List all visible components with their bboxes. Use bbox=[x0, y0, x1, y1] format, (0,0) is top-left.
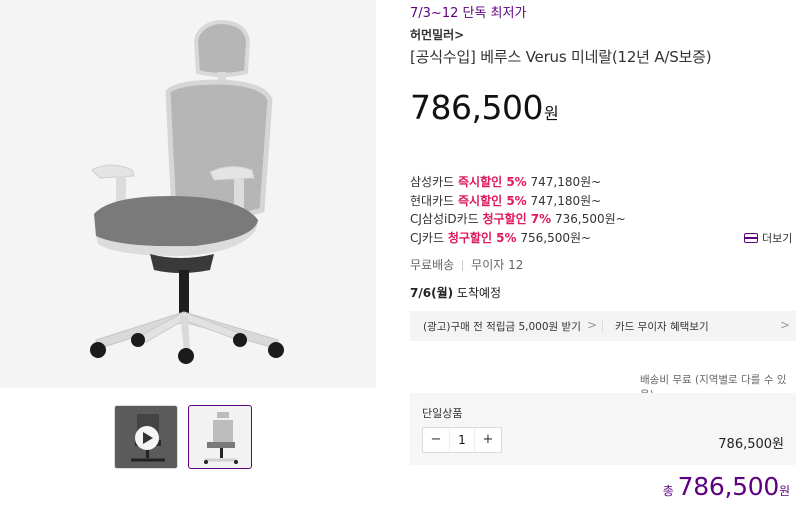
card-name: 현대카드 bbox=[410, 194, 458, 208]
option-price: 786,500원 bbox=[718, 437, 784, 452]
price-value: 786,500 bbox=[410, 88, 543, 127]
card-icon bbox=[744, 233, 758, 243]
product-title: [공식수입] 베루스 Verus 미네랄(12년 A/S보증) bbox=[410, 48, 712, 66]
product-price: 786,500원 bbox=[410, 88, 559, 127]
free-shipping: 무료배송 bbox=[410, 258, 455, 272]
card-benefit-link[interactable]: 카드 무이자 혜택보기 bbox=[615, 319, 709, 334]
promo-text: 7/3~12 단독 최저가 bbox=[410, 6, 527, 21]
discount-tag: 청구할인 5% bbox=[447, 231, 517, 245]
discount-tag: 청구할인 7% bbox=[482, 212, 552, 226]
discount-price: 747,180원~ bbox=[526, 194, 602, 208]
chevron-right-icon: > bbox=[780, 318, 791, 332]
thumbnail-video[interactable] bbox=[114, 405, 178, 469]
discount-price: 736,500원~ bbox=[551, 212, 626, 226]
play-icon bbox=[135, 426, 159, 450]
arrival-text: 도착예정 bbox=[453, 286, 502, 300]
increase-button[interactable]: + bbox=[474, 428, 501, 452]
quantity-stepper: − 1 + bbox=[422, 427, 502, 453]
discount-price: 747,180원~ bbox=[526, 175, 602, 189]
chevron-right-icon: > bbox=[454, 28, 465, 42]
chair-illustration bbox=[90, 19, 284, 364]
option-box: 단일상품 − 1 + 786,500원 bbox=[410, 393, 796, 465]
benefit-bar: (광고)구매 전 적립금 5,000원 받기 > 카드 무이자 혜택보기 > bbox=[410, 311, 796, 341]
card-discount-row: CJ카드 청구할인 5% 756,500원~ bbox=[410, 229, 591, 246]
total-unit: 원 bbox=[778, 484, 790, 498]
discount-tag: 즉시할인 5% bbox=[457, 194, 527, 208]
decrease-button[interactable]: − bbox=[423, 428, 450, 452]
total-price: 총 786,500원 bbox=[663, 472, 790, 501]
installment-info: 무이자 12 bbox=[471, 258, 524, 272]
card-name: 삼성카드 bbox=[410, 175, 458, 189]
brand-link[interactable]: 허먼밀러> bbox=[410, 26, 464, 43]
total-label: 총 bbox=[662, 484, 678, 498]
brand-name: 허먼밀러 bbox=[410, 28, 455, 42]
arrival-date: 7/6(월) bbox=[410, 286, 454, 300]
option-name: 단일상품 bbox=[422, 407, 463, 420]
card-name: CJ삼성iD카드 bbox=[410, 212, 483, 226]
total-value: 786,500 bbox=[677, 472, 780, 501]
divider bbox=[602, 319, 603, 333]
chair-thumb-light bbox=[204, 412, 238, 464]
discount-price: 756,500원~ bbox=[516, 231, 592, 245]
quantity-value[interactable]: 1 bbox=[450, 428, 474, 452]
price-unit: 원 bbox=[543, 104, 559, 123]
reward-coupon-link[interactable]: (광고)구매 전 적립금 5,000원 받기 bbox=[423, 319, 581, 334]
discount-tag: 즉시할인 5% bbox=[457, 175, 527, 189]
shipping-info: 무료배송 무이자 12 bbox=[410, 256, 523, 273]
thumbnail-image-selected[interactable] bbox=[188, 405, 252, 469]
product-main-image[interactable] bbox=[0, 0, 376, 388]
arrival-info: 7/6(월) 도착예정 bbox=[410, 284, 501, 301]
card-discount-row: 현대카드 즉시할인 5% 747,180원~ bbox=[410, 192, 601, 209]
more-label: 더보기 bbox=[762, 232, 793, 245]
card-discount-row: CJ삼성iD카드 청구할인 7% 736,500원~ bbox=[410, 210, 626, 227]
chevron-right-icon: > bbox=[587, 318, 598, 332]
card-name: CJ카드 bbox=[410, 231, 448, 245]
divider bbox=[462, 260, 464, 271]
more-cards-button[interactable]: 더보기 bbox=[744, 230, 792, 246]
card-discount-row: 삼성카드 즉시할인 5% 747,180원~ bbox=[410, 173, 601, 190]
